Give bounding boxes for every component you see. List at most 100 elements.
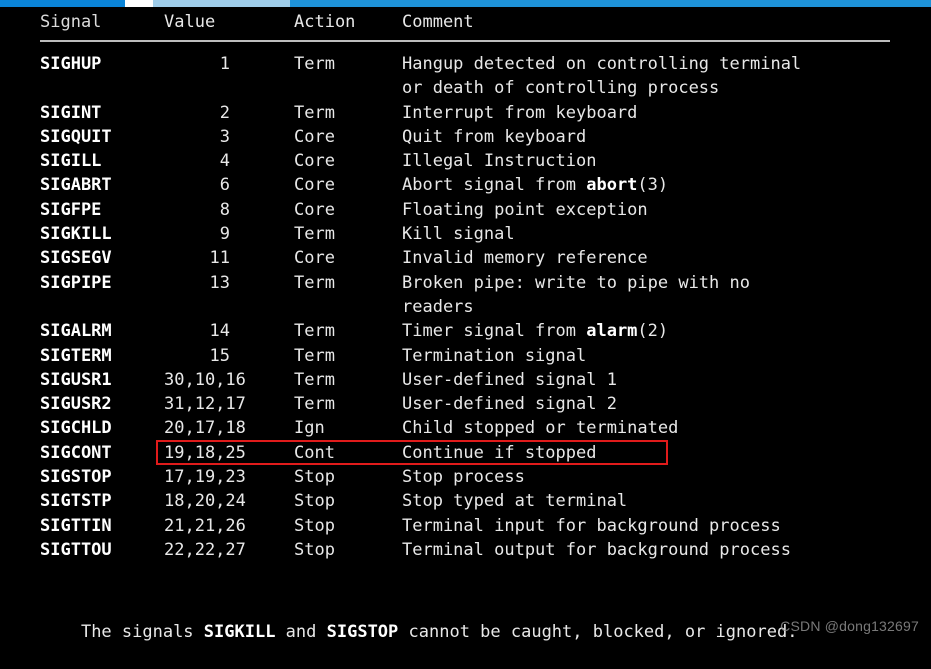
column-header-signal: Signal — [40, 11, 102, 32]
cell-comment: Child stopped or terminated — [402, 418, 679, 439]
cell-signal-value: 15 — [209, 345, 230, 366]
cell-default-action: Term — [294, 321, 335, 342]
column-header-value: Value — [164, 11, 216, 32]
cell-signal-name: SIGILL — [40, 151, 102, 172]
cell-default-action: Term — [294, 345, 335, 366]
cell-signal-value: 8 — [219, 199, 230, 220]
cell-signal-value: 1 — [219, 54, 230, 74]
cell-signal-value: 31,12,17 — [164, 394, 246, 415]
table-row: SIGABRT 6 Core Abort signal from abort(3) — [40, 173, 900, 197]
cell-signal-value: 21,21,26 — [164, 515, 246, 536]
man-page-content: Signal Value Action Comment SIGHUP 1 Term H… — [0, 7, 931, 642]
cell-signal-name: SIGFPE — [40, 199, 102, 220]
table-row: SIGTTOU 22,22,27 Stop Terminal output for b… — [40, 538, 900, 562]
cell-default-action: Stop — [294, 491, 335, 512]
cell-comment: Kill signal — [402, 224, 515, 245]
cell-signal-name: SIGINT — [40, 102, 102, 123]
cell-default-action: Core — [294, 199, 335, 220]
footer-signal-sigkill: SIGKILL — [203, 622, 276, 643]
cell-signal-name: SIGUSR2 — [40, 394, 112, 415]
cell-comment-continued: or death of controlling process — [402, 78, 720, 99]
cell-signal-name: SIGCONT — [40, 442, 112, 463]
cell-signal-name: SIGABRT — [40, 175, 112, 196]
cell-default-action: Ign — [294, 418, 325, 439]
cell-signal-value: 9 — [219, 224, 230, 245]
cell-default-action: Term — [294, 394, 335, 415]
progress-track-segment — [153, 0, 290, 7]
cell-signal-name: SIGSEGV — [40, 248, 112, 269]
table-row: SIGHUP 1 Term Hangup detected on controllin… — [40, 52, 900, 76]
cell-comment: Broken pipe: write to pipe with no — [402, 272, 750, 293]
cell-signal-name: SIGPIPE — [40, 272, 112, 293]
cell-comment: Interrupt from keyboard — [402, 102, 638, 123]
cell-comment: Invalid memory reference — [402, 248, 648, 269]
cell-signal-value: 13 — [209, 272, 230, 293]
table-row: SIGUSR2 31,12,17 Term User-defined signal 2 — [40, 392, 900, 416]
cell-signal-name: SIGQUIT — [40, 126, 112, 147]
progress-filled-segment — [0, 0, 125, 7]
table-row: SIGKILL 9 Term Kill signal — [40, 222, 900, 246]
table-body: SIGHUP 1 Term Hangup detected on controllin… — [40, 52, 900, 562]
cell-comment: Continue if stopped — [402, 442, 597, 463]
footer-note: The signals SIGKILL and SIGSTOP cannot b… — [40, 596, 798, 669]
cell-default-action: Core — [294, 248, 335, 269]
header-divider-rule — [40, 40, 890, 42]
table-row: SIGTSTP 18,20,24 Stop Stop typed at termina… — [40, 489, 900, 513]
cell-signal-name: SIGTTIN — [40, 515, 112, 536]
footer-text-mid: and — [275, 622, 327, 643]
table-row-continuation: or death of controlling process — [40, 76, 900, 100]
cell-default-action: Core — [294, 175, 335, 196]
cell-comment: Hangup detected on controlling terminal — [402, 54, 802, 74]
cell-signal-name: SIGALRM — [40, 321, 112, 342]
footer-signal-sigstop: SIGSTOP — [326, 622, 399, 643]
csdn-watermark: CSDN @dong132697 — [780, 617, 919, 634]
cell-signal-name: SIGTSTP — [40, 491, 112, 512]
cell-signal-value: 20,17,18 — [164, 418, 246, 439]
cell-comment: User-defined signal 1 — [402, 369, 617, 390]
table-row: SIGSEGV 11 Core Invalid memory reference — [40, 246, 900, 270]
cell-signal-value: 11 — [209, 248, 230, 269]
table-row: SIGUSR1 30,10,16 Term User-defined signal 1 — [40, 368, 900, 392]
cell-signal-value: 6 — [219, 175, 230, 196]
cell-comment: Terminal input for background process — [402, 515, 781, 536]
table-row: SIGALRM 14 Term Timer signal from alarm(2) — [40, 319, 900, 343]
cell-signal-name: SIGCHLD — [40, 418, 112, 439]
column-header-comment: Comment — [402, 11, 474, 32]
cell-signal-value: 2 — [219, 102, 230, 123]
table-header-row: Signal Value Action Comment — [40, 7, 900, 37]
cell-default-action: Term — [294, 272, 335, 293]
cell-signal-value: 17,19,23 — [164, 467, 246, 488]
table-row: SIGQUIT 3 Core Quit from keyboard — [40, 125, 900, 149]
cell-default-action: Stop — [294, 515, 335, 536]
cell-comment: User-defined signal 2 — [402, 394, 617, 415]
cell-signal-value: 14 — [209, 321, 230, 342]
comment-manpage-ref: abort — [586, 175, 638, 196]
column-header-action: Action — [294, 11, 356, 32]
footer-text-post: cannot be caught, blocked, or ignored. — [398, 622, 798, 643]
cell-signal-name: SIGTERM — [40, 345, 112, 366]
cell-default-action: Cont — [294, 442, 335, 463]
table-row: SIGTTIN 21,21,26 Stop Terminal input for ba… — [40, 514, 900, 538]
table-row: SIGFPE 8 Core Floating point exception — [40, 198, 900, 222]
cell-signal-value: 22,22,27 — [164, 539, 246, 560]
table-row: SIGSTOP 17,19,23 Stop Stop process — [40, 465, 900, 489]
cell-default-action: Stop — [294, 539, 335, 560]
cell-comment: Illegal Instruction — [402, 151, 597, 172]
cell-comment: Stop process — [402, 467, 525, 488]
top-progress-bar[interactable] — [0, 0, 931, 7]
cell-default-action: Term — [294, 224, 335, 245]
cell-comment: Quit from keyboard — [402, 126, 587, 147]
cell-signal-name: SIGKILL — [40, 224, 112, 245]
cell-comment: Terminal output for background process — [402, 539, 791, 560]
table-row-continuation: readers — [40, 295, 900, 319]
cell-signal-value: 4 — [219, 151, 230, 172]
cell-default-action: Term — [294, 54, 335, 74]
signals-table: Signal Value Action Comment SIGHUP 1 Term H… — [40, 7, 900, 562]
cell-comment: Timer signal from alarm(2) — [402, 321, 669, 342]
progress-gap-segment — [125, 0, 153, 7]
cell-signal-name: SIGTTOU — [40, 539, 112, 560]
cell-comment: Stop typed at terminal — [402, 491, 628, 512]
table-row: SIGILL 4 Core Illegal Instruction — [40, 149, 900, 173]
cell-signal-value: 18,20,24 — [164, 491, 246, 512]
progress-rest-segment — [290, 0, 931, 7]
